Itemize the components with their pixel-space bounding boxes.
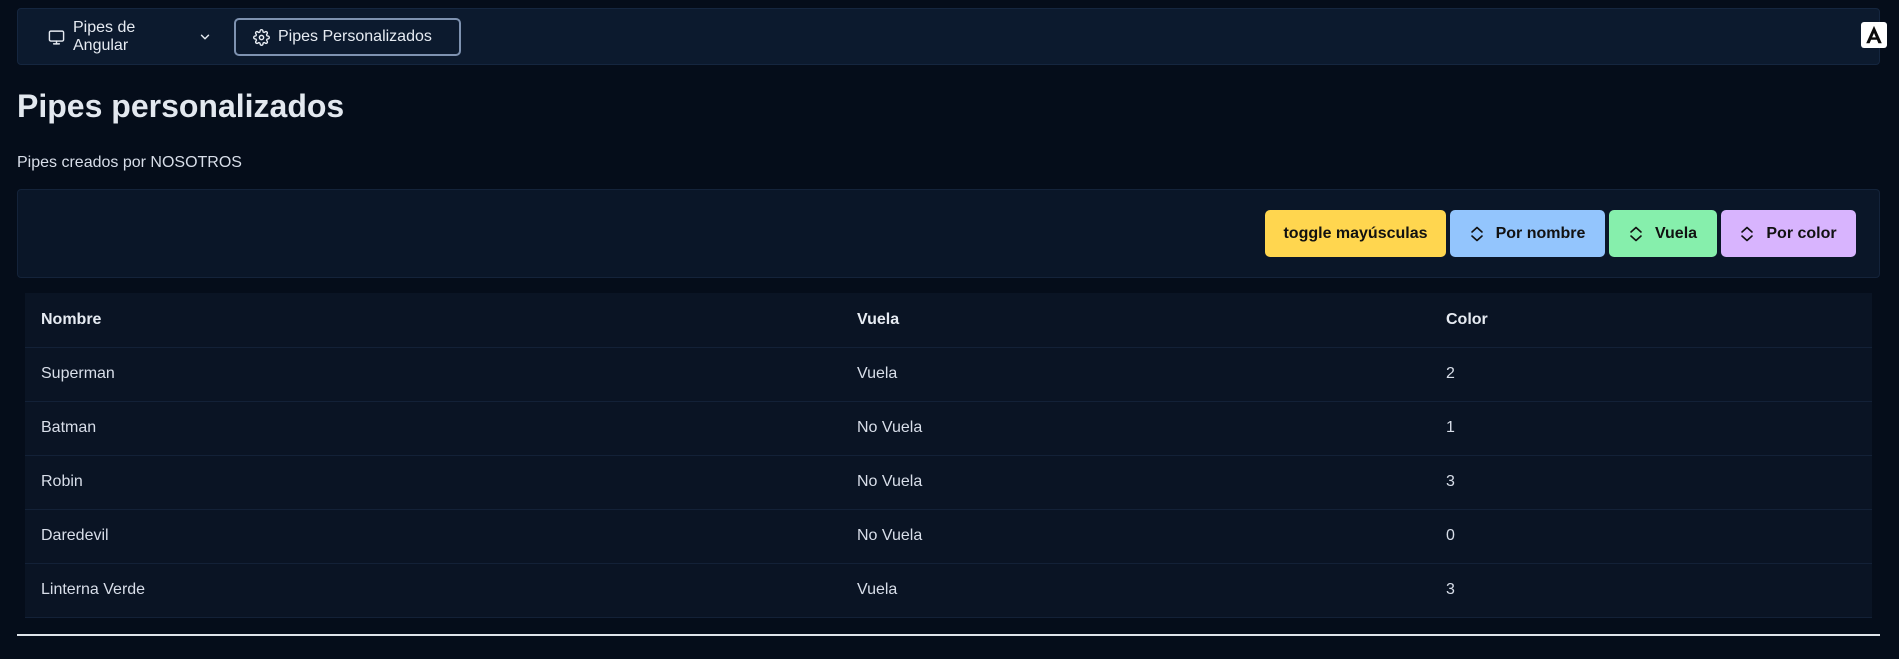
table-row: Daredevil No Vuela 0 xyxy=(25,509,1872,564)
cell-vuela: No Vuela xyxy=(841,401,1430,456)
table-row: Linterna Verde Vuela 3 xyxy=(25,563,1872,618)
cell-nombre: Batman xyxy=(25,401,841,456)
cell-color: 0 xyxy=(1430,509,1872,564)
cell-color: 3 xyxy=(1430,563,1872,618)
cell-color: 2 xyxy=(1430,347,1872,402)
table-row: Batman No Vuela 1 xyxy=(25,401,1872,456)
table-header-row: Nombre Vuela Color xyxy=(25,293,1872,348)
gear-icon xyxy=(253,28,270,46)
heroes-table-container: Nombre Vuela Color Superman Vuela 2 Batm… xyxy=(25,293,1872,618)
toggle-uppercase-button[interactable]: toggle mayúsculas xyxy=(1265,210,1446,257)
cell-color: 1 xyxy=(1430,401,1872,456)
page-title: Pipes personalizados xyxy=(17,88,345,124)
cell-vuela: No Vuela xyxy=(841,455,1430,510)
cell-nombre: Robin xyxy=(25,455,841,510)
cell-vuela: Vuela xyxy=(841,563,1430,618)
cell-vuela: No Vuela xyxy=(841,509,1430,564)
table-row: Superman Vuela 2 xyxy=(25,347,1872,402)
sort-arrows-icon xyxy=(1629,226,1643,242)
monitor-icon xyxy=(48,29,65,46)
sort-arrows-icon xyxy=(1740,226,1754,242)
column-header-vuela: Vuela xyxy=(841,293,1430,348)
dropdown-label: Pipes de Angular xyxy=(73,19,136,54)
nav-link-pipes-personalizados[interactable]: Pipes Personalizados xyxy=(234,18,461,56)
cell-vuela: Vuela xyxy=(841,347,1430,402)
sort-by-name-label: Por nombre xyxy=(1495,224,1586,242)
column-header-color: Color xyxy=(1430,293,1872,348)
table-row: Robin No Vuela 3 xyxy=(25,455,1872,510)
cell-nombre: Superman xyxy=(25,347,841,402)
cell-nombre: Linterna Verde xyxy=(25,563,841,618)
sort-by-vuela-button[interactable]: Vuela xyxy=(1609,210,1717,257)
navbar: Pipes de Angular Pipes Personalizados xyxy=(17,8,1887,65)
angular-logo-icon xyxy=(1861,22,1887,48)
sort-by-color-button[interactable]: Por color xyxy=(1721,210,1856,257)
cell-nombre: Daredevil xyxy=(25,509,841,564)
page-subtitle: Pipes creados por NOSOTROS xyxy=(17,154,242,171)
chevron-down-icon xyxy=(198,30,212,44)
sort-by-vuela-label: Vuela xyxy=(1654,224,1698,242)
heroes-table: Nombre Vuela Color Superman Vuela 2 Batm… xyxy=(25,293,1872,618)
nav-link-label: Pipes Personalizados xyxy=(278,28,432,45)
cell-color: 3 xyxy=(1430,455,1872,510)
column-header-nombre: Nombre xyxy=(25,293,841,348)
sort-by-color-label: Por color xyxy=(1766,224,1837,242)
sort-by-name-button[interactable]: Por nombre xyxy=(1450,210,1605,257)
horizontal-divider xyxy=(17,634,1880,636)
pipes-angular-dropdown[interactable]: Pipes de Angular xyxy=(40,18,220,56)
toggle-uppercase-label: toggle mayúsculas xyxy=(1283,224,1428,242)
sort-arrows-icon xyxy=(1470,226,1484,242)
